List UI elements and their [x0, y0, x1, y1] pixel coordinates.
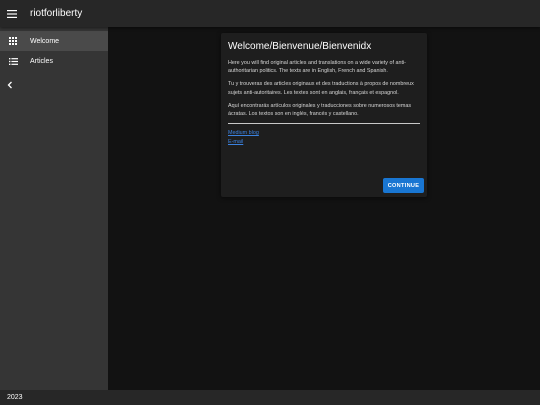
dialog-actions: CONTINUE [383, 174, 424, 193]
menu-button[interactable] [0, 0, 24, 27]
divider [228, 123, 420, 125]
intro-paragraph-spanish: Aquí encontrarás artículos originales y … [228, 102, 412, 118]
medium-blog-link[interactable]: Medium blog [228, 129, 420, 138]
app-title: riotforliberty [30, 8, 83, 19]
continue-button[interactable]: CONTINUE [383, 178, 424, 193]
sidebar-item-label: Articles [30, 57, 53, 65]
intro-paragraph-french: Tu y trouveras des articles originaux et… [228, 81, 414, 96]
sidebar-nav: Welcome Articles [0, 27, 108, 390]
list-icon [7, 55, 19, 67]
hamburger-menu-icon [7, 9, 17, 18]
dialog-body: Here you will find original articles and… [228, 59, 420, 147]
welcome-dialog: Welcome/Bienvenue/Bienvenidx Here you wi… [221, 33, 427, 197]
intro-paragraph-english: Here you will find original articles and… [228, 60, 406, 75]
dialog-title: Welcome/Bienvenue/Bienvenidx [228, 41, 372, 52]
footer-year: 2023 [7, 394, 23, 401]
grid-view-icon [7, 35, 19, 47]
collapse-sidebar-button[interactable] [2, 77, 18, 93]
chevron-left-icon [7, 81, 12, 89]
sidebar-item-welcome[interactable]: Welcome [0, 31, 108, 51]
app-bar: riotforliberty [0, 0, 540, 27]
email-link[interactable]: E-mail [228, 138, 420, 147]
sidebar-item-label: Welcome [30, 37, 60, 45]
sidebar-item-articles[interactable]: Articles [0, 51, 108, 71]
footer: 2023 [0, 390, 540, 405]
